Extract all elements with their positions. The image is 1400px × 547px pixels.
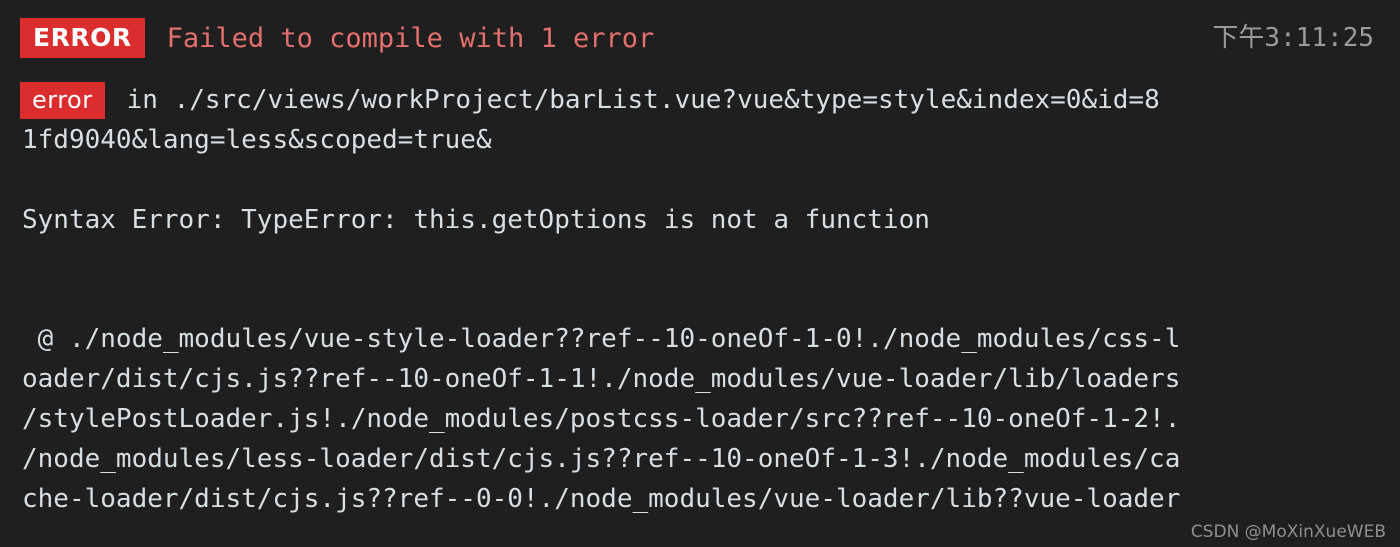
module-trace-line: /stylePostLoader.js!./node_modules/postc… [22,404,1181,434]
timestamp: 下午3:11:25 [1212,23,1374,53]
watermark: CSDN @MoXinXueWEB [1190,522,1386,542]
error-module-path: in ./src/views/workProject/barList.vue?v… [126,85,1160,115]
module-trace-line: che-loader/dist/cjs.js??ref--0-0!./node_… [22,484,1181,514]
module-trace: @ ./node_modules/vue-style-loader??ref--… [20,319,1380,519]
error-header: ERROR Failed to compile with 1 error 下午3… [20,16,1380,60]
error-location-block: error in ./src/views/workProject/barList… [20,80,1380,160]
error-location-first-line: error in ./src/views/workProject/barList… [20,80,1380,120]
error-module-path-continued: 1fd9040&lang=less&scoped=true& [22,125,492,155]
compile-failure-headline: Failed to compile with 1 error [166,22,655,54]
error-badge: ERROR [20,18,145,58]
module-trace-line: oader/dist/cjs.js??ref--10-oneOf-1-1!./n… [22,364,1181,394]
module-trace-line: @ ./node_modules/vue-style-loader??ref--… [22,324,1181,354]
syntax-error-message: Syntax Error: TypeError: this.getOptions… [22,205,930,235]
module-trace-line: /node_modules/less-loader/dist/cjs.js??r… [22,444,1181,474]
error-severity-badge: error [20,81,105,119]
error-header-left: ERROR Failed to compile with 1 error [20,18,654,58]
terminal-output: ERROR Failed to compile with 1 error 下午3… [0,0,1400,547]
